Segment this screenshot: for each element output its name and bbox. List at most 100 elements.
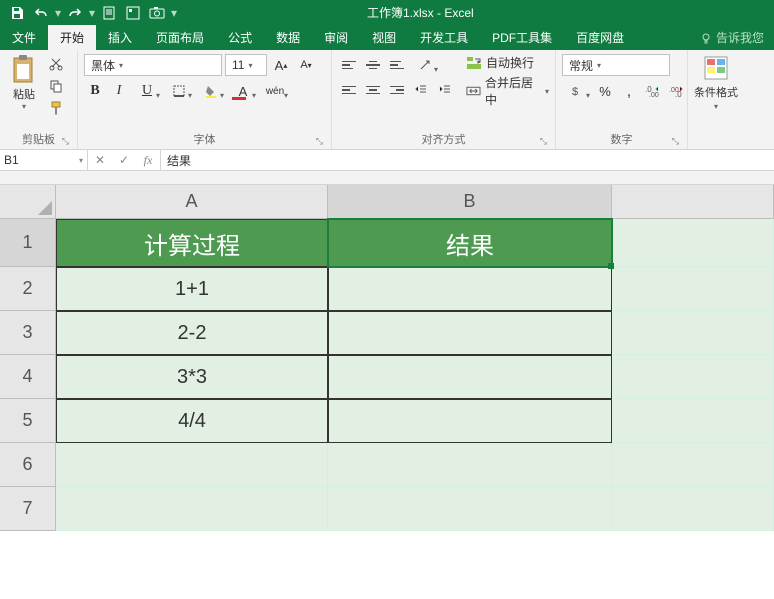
cell-a2[interactable]: 1+1 [56,267,328,311]
cell-c5[interactable] [612,399,774,443]
cell-a7[interactable] [56,487,328,531]
bold-button[interactable]: B [84,80,106,102]
camera-icon[interactable] [146,3,168,23]
row-header-7[interactable]: 7 [0,487,56,531]
col-header-a[interactable]: A [56,185,328,219]
chevron-down-icon[interactable]: ▾ [248,61,252,70]
cell-b1[interactable]: 结果 [328,219,612,267]
cell-c6[interactable] [612,443,774,487]
cell-c4[interactable] [612,355,774,399]
row-header-5[interactable]: 5 [0,399,56,443]
cell-a3[interactable]: 2-2 [56,311,328,355]
cell-b4[interactable] [328,355,612,399]
cell-b7[interactable] [328,487,612,531]
font-size-combo[interactable]: 11▾ [225,54,267,76]
cancel-formula-icon[interactable]: ✕ [88,153,112,167]
row-header-2[interactable]: 2 [0,267,56,311]
percent-icon[interactable]: % [594,80,616,102]
align-middle-icon[interactable] [362,55,384,75]
col-header-b[interactable]: B [328,185,612,219]
select-all-corner[interactable] [0,185,56,219]
save-icon[interactable] [6,3,28,23]
comma-icon[interactable]: , [618,80,640,102]
undo-icon[interactable] [30,3,52,23]
wrap-text-button[interactable]: 自动换行 [466,54,549,71]
format-painter-icon[interactable] [46,98,66,118]
qat-dropdown-icon[interactable]: ▾ [54,6,62,20]
tab-home[interactable]: 开始 [48,25,96,50]
cell-c3[interactable] [612,311,774,355]
font-launcher-icon[interactable]: ⤡ [316,136,323,147]
increase-decimal-icon[interactable]: .0.00 [642,80,664,102]
tab-pdf[interactable]: PDF工具集 [480,25,564,50]
row-header-1[interactable]: 1 [0,219,56,267]
cell-b5[interactable] [328,399,612,443]
increase-indent-icon[interactable] [434,79,456,101]
tab-file[interactable]: 文件 [0,25,48,50]
cell-c1[interactable] [612,219,774,267]
tab-baidu[interactable]: 百度网盘 [564,25,636,50]
phonetic-button[interactable]: wén [260,80,290,102]
cell-a6[interactable] [56,443,328,487]
align-launcher-icon[interactable]: ⤡ [540,136,547,147]
redo-icon[interactable] [64,3,86,23]
decrease-indent-icon[interactable] [410,79,432,101]
chevron-down-icon[interactable]: ▾ [79,156,83,165]
accounting-format-icon[interactable]: $ [562,80,592,102]
border-button[interactable] [164,80,194,102]
fx-icon[interactable]: fx [136,153,160,168]
row-header-6[interactable]: 6 [0,443,56,487]
chevron-down-icon[interactable]: ▾ [119,61,123,70]
align-left-icon[interactable] [338,80,360,100]
cell-b3[interactable] [328,311,612,355]
formula-bar-spacer [0,171,774,185]
copy-icon[interactable] [46,76,66,96]
tab-review[interactable]: 审阅 [312,25,360,50]
tab-developer[interactable]: 开发工具 [408,25,480,50]
name-box[interactable]: B1▾ [0,150,88,170]
row-header-3[interactable]: 3 [0,311,56,355]
qat-dropdown-icon[interactable]: ▾ [88,6,96,20]
italic-button[interactable]: I [108,80,130,102]
cell-b6[interactable] [328,443,612,487]
formula-input[interactable]: 结果 [161,150,774,170]
number-format-combo[interactable]: 常规▾ [562,54,670,76]
underline-button[interactable]: U [132,80,162,102]
decrease-decimal-icon[interactable]: .00.0 [666,80,688,102]
clipboard-launcher-icon[interactable]: ⤡ [62,136,69,147]
font-color-button[interactable]: A [228,80,258,102]
align-center-icon[interactable] [362,80,384,100]
orientation-icon[interactable] [410,54,440,76]
cut-icon[interactable] [46,54,66,74]
decrease-font-icon[interactable]: A▾ [295,54,317,76]
cell-b2[interactable] [328,267,612,311]
tab-formulas[interactable]: 公式 [216,25,264,50]
new-file-icon[interactable] [98,3,120,23]
merge-center-button[interactable]: 合并后居中 ▾ [466,74,549,108]
align-right-icon[interactable] [386,80,408,100]
enter-formula-icon[interactable]: ✓ [112,153,136,167]
cell-c7[interactable] [612,487,774,531]
cell-a1[interactable]: 计算过程 [56,219,328,267]
col-header-blank[interactable] [612,185,774,219]
number-launcher-icon[interactable]: ⤡ [672,136,679,147]
align-top-icon[interactable] [338,55,360,75]
conditional-format-button[interactable]: 条件格式 ▾ [694,54,738,111]
align-bottom-icon[interactable] [386,55,408,75]
cell-c2[interactable] [612,267,774,311]
row-header-4[interactable]: 4 [0,355,56,399]
increase-font-icon[interactable]: A▴ [270,54,292,76]
font-name-combo[interactable]: 黑体▾ [84,54,222,76]
tab-insert[interactable]: 插入 [96,25,144,50]
cell-a4[interactable]: 3*3 [56,355,328,399]
tell-me[interactable]: 告诉我您 [688,25,774,50]
tab-view[interactable]: 视图 [360,25,408,50]
fill-color-button[interactable] [196,80,226,102]
cell-a5[interactable]: 4/4 [56,399,328,443]
tab-page-layout[interactable]: 页面布局 [144,25,216,50]
open-icon[interactable] [122,3,144,23]
tab-data[interactable]: 数据 [264,25,312,50]
paste-button[interactable]: 粘贴 ▾ [6,54,42,111]
qat-more-icon[interactable]: ▾ [170,6,178,20]
chevron-down-icon[interactable]: ▾ [597,61,601,70]
